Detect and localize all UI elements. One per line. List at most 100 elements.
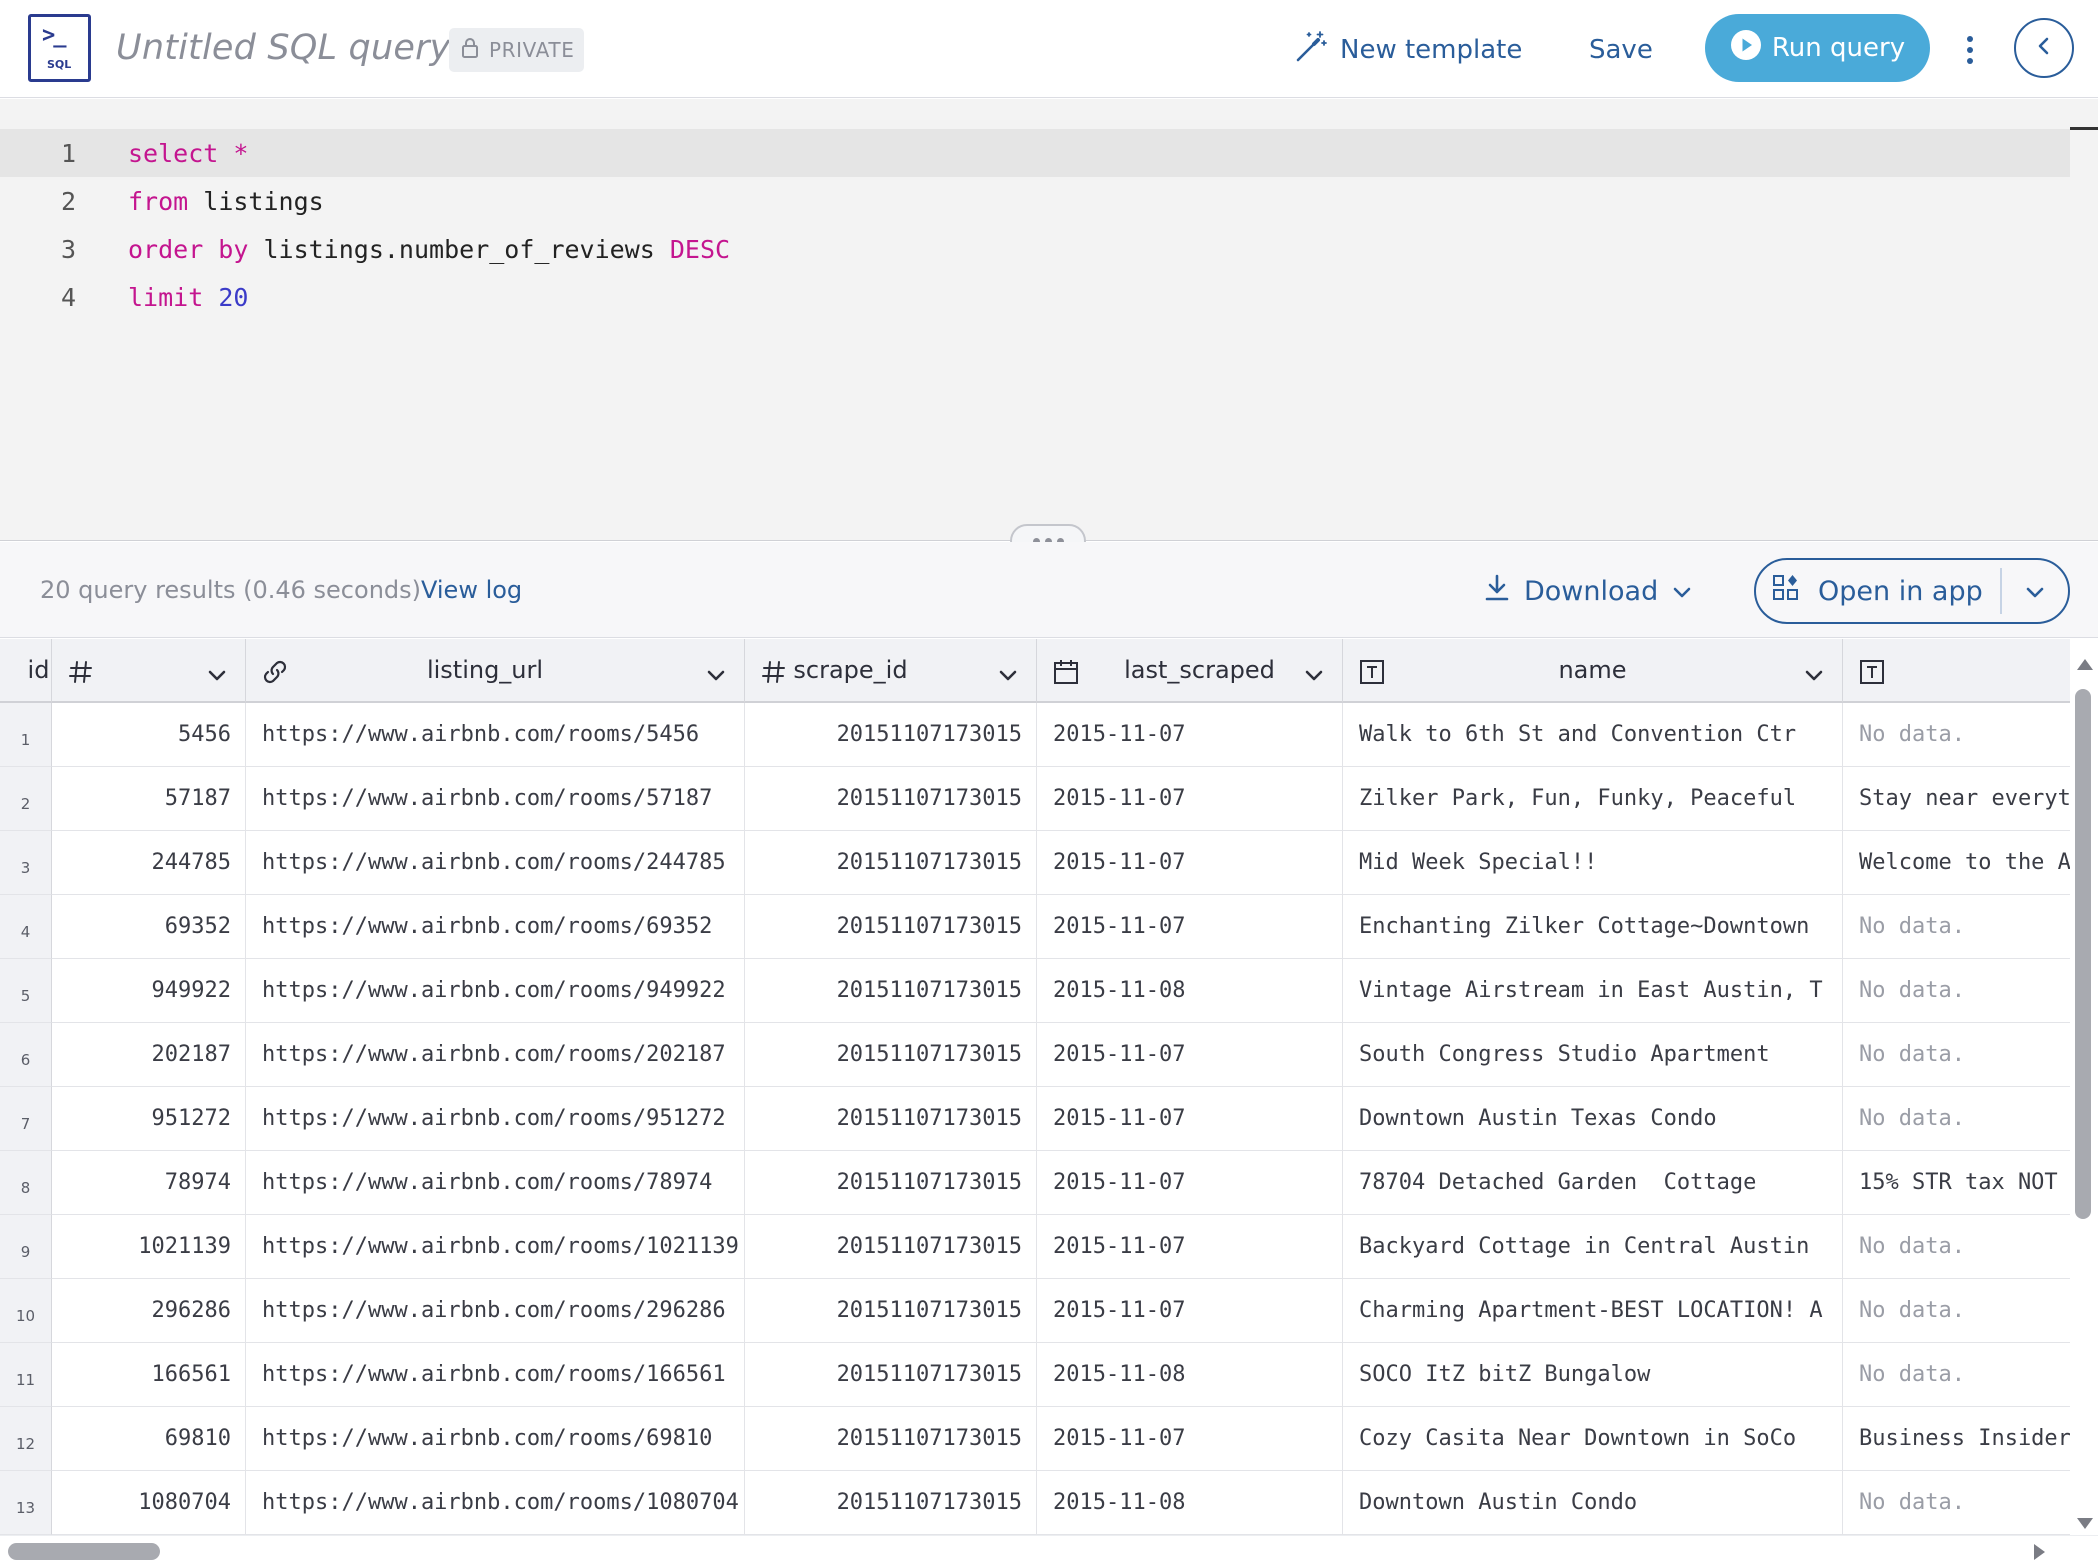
table-cell-id[interactable]: 166561 xyxy=(52,1343,246,1407)
table-cell-listing-url[interactable]: https://www.airbnb.com/rooms/1021139 xyxy=(246,1215,745,1279)
more-options-icon[interactable] xyxy=(1955,30,1985,70)
table-cell-listing-url[interactable]: https://www.airbnb.com/rooms/1080704 xyxy=(246,1471,745,1535)
view-log-link[interactable]: View log xyxy=(421,576,522,604)
table-cell-name[interactable]: Downtown Austin Texas Condo xyxy=(1343,1087,1843,1151)
table-cell-last-scraped[interactable]: 2015-11-07 xyxy=(1037,1087,1343,1151)
table-cell-scrape-id[interactable]: 20151107173015 xyxy=(745,895,1037,959)
table-cell-su[interactable]: No data. xyxy=(1843,1087,2070,1151)
table-cell-name[interactable]: 78704 Detached Garden Cottage xyxy=(1343,1151,1843,1215)
column-header-name[interactable]: name xyxy=(1343,639,1843,703)
open-in-app-dropdown[interactable] xyxy=(2002,576,2068,607)
table-cell-last-scraped[interactable]: 2015-11-07 xyxy=(1037,1215,1343,1279)
query-title[interactable]: Untitled SQL query xyxy=(116,28,451,68)
save-button[interactable]: Save xyxy=(1589,28,1653,72)
download-button[interactable]: Download xyxy=(1484,574,1692,609)
new-template-button[interactable]: New template xyxy=(1294,28,1522,72)
table-cell-scrape-id[interactable]: 20151107173015 xyxy=(745,1279,1037,1343)
table-cell-last-scraped[interactable]: 2015-11-08 xyxy=(1037,959,1343,1023)
table-row[interactable]: 2 57187 https://www.airbnb.com/rooms/57187… xyxy=(0,767,2070,831)
table-cell-name[interactable]: Enchanting Zilker Cottage~Downtown xyxy=(1343,895,1843,959)
table-row[interactable]: 7 951272 https://www.airbnb.com/rooms/9512… xyxy=(0,1087,2070,1151)
table-cell-su[interactable]: Welcome to the A xyxy=(1843,831,2070,895)
table-cell-su[interactable]: Stay near everyt xyxy=(1843,767,2070,831)
table-cell-name[interactable]: SOCO ItZ bitZ Bungalow xyxy=(1343,1343,1843,1407)
table-cell-id[interactable]: 296286 xyxy=(52,1279,246,1343)
column-header-scrape-id[interactable]: scrape_id xyxy=(745,639,1037,703)
table-cell-su[interactable]: No data. xyxy=(1843,703,2070,767)
table-cell-last-scraped[interactable]: 2015-11-07 xyxy=(1037,895,1343,959)
table-row[interactable]: 1 5456 https://www.airbnb.com/rooms/5456 20… xyxy=(0,703,2070,767)
table-cell-name[interactable]: South Congress Studio Apartment xyxy=(1343,1023,1843,1087)
table-cell-name[interactable]: Downtown Austin Condo xyxy=(1343,1471,1843,1535)
table-row[interactable]: 3 244785 https://www.airbnb.com/rooms/2447… xyxy=(0,831,2070,895)
table-cell-name[interactable]: Vintage Airstream in East Austin, T xyxy=(1343,959,1843,1023)
table-cell-scrape-id[interactable]: 20151107173015 xyxy=(745,767,1037,831)
table-cell-scrape-id[interactable]: 20151107173015 xyxy=(745,703,1037,767)
table-cell-last-scraped[interactable]: 2015-11-07 xyxy=(1037,703,1343,767)
open-in-app-button[interactable]: Open in app xyxy=(1756,560,2000,622)
table-cell-name[interactable]: Mid Week Special!! xyxy=(1343,831,1843,895)
table-cell-name[interactable]: Walk to 6th St and Convention Ctr xyxy=(1343,703,1843,767)
table-cell-listing-url[interactable]: https://www.airbnb.com/rooms/244785 xyxy=(246,831,745,895)
table-cell-name[interactable]: Cozy Casita Near Downtown in SoCo xyxy=(1343,1407,1843,1471)
table-cell-scrape-id[interactable]: 20151107173015 xyxy=(745,1023,1037,1087)
table-row[interactable]: 11 166561 https://www.airbnb.com/rooms/166… xyxy=(0,1343,2070,1407)
table-row[interactable]: 8 78974 https://www.airbnb.com/rooms/78974… xyxy=(0,1151,2070,1215)
column-header-last-scraped[interactable]: last_scraped xyxy=(1037,639,1343,703)
table-cell-listing-url[interactable]: https://www.airbnb.com/rooms/5456 xyxy=(246,703,745,767)
scroll-up-icon[interactable] xyxy=(2077,659,2093,670)
table-cell-su[interactable]: No data. xyxy=(1843,1215,2070,1279)
table-cell-su[interactable]: Business Insider xyxy=(1843,1407,2070,1471)
table-cell-scrape-id[interactable]: 20151107173015 xyxy=(745,831,1037,895)
table-cell-listing-url[interactable]: https://www.airbnb.com/rooms/949922 xyxy=(246,959,745,1023)
table-row[interactable]: 5 949922 https://www.airbnb.com/rooms/9499… xyxy=(0,959,2070,1023)
table-cell-scrape-id[interactable]: 20151107173015 xyxy=(745,1471,1037,1535)
table-cell-listing-url[interactable]: https://www.airbnb.com/rooms/202187 xyxy=(246,1023,745,1087)
table-cell-id[interactable]: 5456 xyxy=(52,703,246,767)
scroll-right-icon[interactable] xyxy=(2034,1544,2045,1560)
table-cell-su[interactable]: No data. xyxy=(1843,1343,2070,1407)
table-cell-listing-url[interactable]: https://www.airbnb.com/rooms/166561 xyxy=(246,1343,745,1407)
chevron-down-icon[interactable] xyxy=(207,661,227,689)
table-row[interactable]: 9 1021139 https://www.airbnb.com/rooms/102… xyxy=(0,1215,2070,1279)
table-cell-id[interactable]: 1021139 xyxy=(52,1215,246,1279)
table-cell-listing-url[interactable]: https://www.airbnb.com/rooms/57187 xyxy=(246,767,745,831)
scroll-down-icon[interactable] xyxy=(2077,1518,2093,1529)
table-row[interactable]: 12 69810 https://www.airbnb.com/rooms/6981… xyxy=(0,1407,2070,1471)
column-header-listing-url[interactable]: listing_url xyxy=(246,639,745,703)
table-cell-listing-url[interactable]: https://www.airbnb.com/rooms/296286 xyxy=(246,1279,745,1343)
sql-editor[interactable]: 1 select * 2 from listings 3 order by listing… xyxy=(0,99,2098,541)
table-cell-id[interactable]: 244785 xyxy=(52,831,246,895)
column-header-id[interactable]: id xyxy=(28,639,246,703)
table-cell-listing-url[interactable]: https://www.airbnb.com/rooms/69810 xyxy=(246,1407,745,1471)
table-row[interactable]: 4 69352 https://www.airbnb.com/rooms/69352… xyxy=(0,895,2070,959)
chevron-down-icon[interactable] xyxy=(998,661,1018,689)
table-cell-id[interactable]: 69352 xyxy=(52,895,246,959)
chevron-down-icon[interactable] xyxy=(1804,661,1824,689)
table-cell-name[interactable]: Zilker Park, Fun, Funky, Peaceful xyxy=(1343,767,1843,831)
vertical-scrollbar[interactable] xyxy=(2070,639,2098,1535)
table-cell-last-scraped[interactable]: 2015-11-07 xyxy=(1037,1023,1343,1087)
table-cell-last-scraped[interactable]: 2015-11-07 xyxy=(1037,1151,1343,1215)
vertical-scroll-thumb[interactable] xyxy=(2075,689,2091,1219)
table-cell-last-scraped[interactable]: 2015-11-08 xyxy=(1037,1471,1343,1535)
table-cell-su[interactable]: No data. xyxy=(1843,1279,2070,1343)
table-cell-last-scraped[interactable]: 2015-11-07 xyxy=(1037,767,1343,831)
table-cell-listing-url[interactable]: https://www.airbnb.com/rooms/78974 xyxy=(246,1151,745,1215)
table-cell-su[interactable]: No data. xyxy=(1843,895,2070,959)
table-cell-su[interactable]: No data. xyxy=(1843,1471,2070,1535)
table-cell-scrape-id[interactable]: 20151107173015 xyxy=(745,1343,1037,1407)
column-header-su[interactable]: su xyxy=(1843,639,2070,703)
chevron-down-icon[interactable] xyxy=(1304,661,1324,689)
table-cell-name[interactable]: Backyard Cottage in Central Austin xyxy=(1343,1215,1843,1279)
table-cell-name[interactable]: Charming Apartment-BEST LOCATION! A xyxy=(1343,1279,1843,1343)
table-cell-last-scraped[interactable]: 2015-11-07 xyxy=(1037,1407,1343,1471)
table-cell-scrape-id[interactable]: 20151107173015 xyxy=(745,1215,1037,1279)
table-cell-id[interactable]: 69810 xyxy=(52,1407,246,1471)
table-cell-id[interactable]: 949922 xyxy=(52,959,246,1023)
horizontal-scrollbar[interactable] xyxy=(0,1535,2098,1565)
table-cell-id[interactable]: 1080704 xyxy=(52,1471,246,1535)
table-cell-last-scraped[interactable]: 2015-11-07 xyxy=(1037,1279,1343,1343)
table-cell-scrape-id[interactable]: 20151107173015 xyxy=(745,1087,1037,1151)
table-cell-last-scraped[interactable]: 2015-11-07 xyxy=(1037,831,1343,895)
